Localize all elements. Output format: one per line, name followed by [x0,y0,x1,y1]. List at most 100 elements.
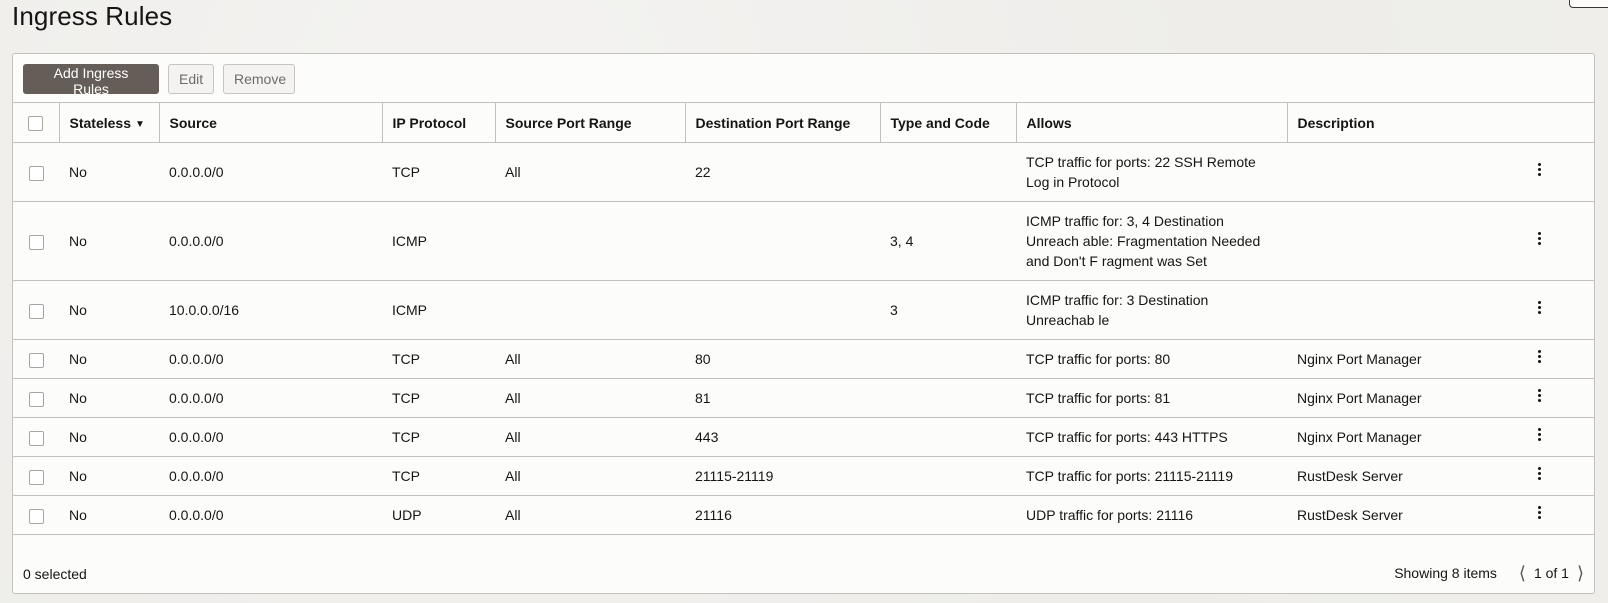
chevron-right-icon[interactable]: ⟩ [1575,564,1586,582]
cell-destination-port-range: 22 [695,164,711,180]
row-select-cell [13,202,59,281]
cell-stateless: No [69,351,87,367]
cell-description: RustDesk Server [1297,507,1403,523]
kebab-menu-icon[interactable] [1537,504,1541,521]
chevron-left-icon[interactable]: ⟨ [1517,564,1528,582]
row-checkbox[interactable] [28,303,44,319]
cell-type-and-code [880,379,1016,418]
kebab-menu-icon[interactable] [1537,465,1541,482]
cell-stateless: No [69,233,87,249]
kebab-menu-icon[interactable] [1537,426,1541,443]
remove-button[interactable]: Remove [223,64,295,94]
cell-ip-protocol: ICMP [392,302,427,318]
cell-description: Nginx Port Manager [1297,351,1422,367]
cell-ip-protocol: TCP [392,429,420,445]
cell-destination-port-range [685,202,880,281]
cell-destination-port-range: 80 [695,351,711,367]
row-checkbox[interactable] [28,234,44,250]
cell-source: 0.0.0.0/0 [169,390,224,406]
cell-description: RustDesk Server [1297,468,1403,484]
cell-stateless: No [69,429,87,445]
table-footer: 0 selected Showing 8 items ⟨ 1 of 1 ⟩ [13,555,1594,593]
cell-source: 0.0.0.0/0 [169,468,224,484]
cell-source-port-range: All [505,507,521,523]
column-header-source-port-range[interactable]: Source Port Range [494,102,685,143]
row-checkbox[interactable] [28,352,44,368]
table-row[interactable]: No 10.0.0.0/16 ICMP 3 ICMP traffic for: 3 De… [13,281,1594,340]
page-title: Ingress Rules [12,1,173,31]
column-header-source[interactable]: Source [158,102,382,143]
table-row[interactable]: No 0.0.0.0/0 TCP All 443 TCP traffic for port… [13,418,1594,457]
kebab-menu-icon[interactable] [1537,348,1541,365]
row-actions-cell [1527,496,1594,535]
cell-stateless: No [69,390,87,406]
cell-source: 0.0.0.0/0 [169,429,224,445]
cell-source-port-range: All [505,468,521,484]
cell-description [1287,202,1527,281]
table-row[interactable]: No 0.0.0.0/0 ICMP 3, 4 ICMP traffic for: 3, … [13,202,1594,281]
table-header-row: Stateless ▼ Source IP Protocol Source Por… [13,102,1594,143]
table-row[interactable]: No 0.0.0.0/0 UDP All 21116 UDP traffic for po… [13,496,1594,535]
column-header-actions [1527,103,1594,143]
edit-button[interactable]: Edit [168,64,214,94]
table-body: No 0.0.0.0/0 TCP All 22 TCP traffic for ports… [13,143,1594,535]
row-checkbox[interactable] [28,165,44,181]
kebab-menu-icon[interactable] [1537,161,1541,178]
row-select-cell [13,457,59,496]
cell-source-port-range: All [505,164,521,180]
row-checkbox[interactable] [28,391,44,407]
kebab-menu-icon[interactable] [1537,230,1541,247]
cell-source: 0.0.0.0/0 [169,351,224,367]
cell-type-and-code: 3 [890,302,898,318]
cell-destination-port-range [685,281,880,340]
cell-allows: TCP traffic for ports: 80 [1026,351,1171,367]
table-row[interactable]: No 0.0.0.0/0 TCP All 22 TCP traffic for ports… [13,143,1594,202]
cell-type-and-code: 3, 4 [890,233,914,249]
cell-source-port-range: All [505,429,521,445]
row-actions-cell [1527,379,1594,418]
column-header-type-and-code[interactable]: Type and Code [879,102,1016,143]
column-header-description[interactable]: Description [1286,102,1527,143]
top-right-button[interactable] [1569,0,1608,8]
cell-source: 10.0.0.0/16 [169,302,240,318]
kebab-menu-icon[interactable] [1537,299,1541,316]
caret-down-icon: ▼ [134,118,145,130]
select-all-checkbox[interactable] [28,115,44,131]
kebab-menu-icon[interactable] [1537,387,1541,404]
add-ingress-rules-button[interactable]: Add Ingress Rules [23,64,159,97]
toolbar: Add Ingress Rules Edit Remove [23,64,295,97]
cell-source-port-range [495,281,685,340]
showing-items-text: Showing 8 items [1394,565,1497,581]
cell-destination-port-range: 81 [695,390,711,406]
cell-source-port-range [495,202,685,281]
cell-type-and-code [880,143,1016,202]
cell-stateless: No [69,302,87,318]
column-header-destination-port-range[interactable]: Destination Port Range [684,102,880,143]
row-select-cell [13,143,59,202]
column-header-stateless[interactable]: Stateless ▼ [58,102,159,143]
row-checkbox[interactable] [28,469,44,485]
cell-destination-port-range: 443 [695,429,719,445]
cell-allows: ICMP traffic for: 3, 4 Destination Unrea… [1026,213,1261,269]
cell-allows: UDP traffic for ports: 21116 [1026,507,1194,523]
row-select-cell [13,418,59,457]
cell-ip-protocol: ICMP [392,233,427,249]
table-row[interactable]: No 0.0.0.0/0 TCP All 80 TCP traffic for ports… [13,340,1594,379]
column-header-ip-protocol[interactable]: IP Protocol [381,102,495,143]
row-actions-cell [1527,281,1594,340]
cell-description [1287,143,1527,202]
ingress-rules-table: Stateless ▼ Source IP Protocol Source Por… [13,102,1594,535]
cell-type-and-code [880,340,1016,379]
cell-allows: TCP traffic for ports: 21115-21119 [1026,468,1233,484]
cell-ip-protocol: TCP [392,390,420,406]
row-checkbox[interactable] [28,508,44,524]
table-row[interactable]: No 0.0.0.0/0 TCP All 81 TCP traffic for ports… [13,379,1594,418]
row-checkbox[interactable] [28,430,44,446]
column-header-allows[interactable]: Allows [1015,102,1287,143]
cell-type-and-code [880,418,1016,457]
page-indicator: 1 of 1 [1533,565,1569,581]
pagination: Showing 8 items ⟨ 1 of 1 ⟩ [1394,564,1586,582]
row-actions-cell [1527,202,1594,281]
table-row[interactable]: No 0.0.0.0/0 TCP All 21115-21119 TCP traffic … [13,457,1594,496]
cell-ip-protocol: TCP [392,468,420,484]
